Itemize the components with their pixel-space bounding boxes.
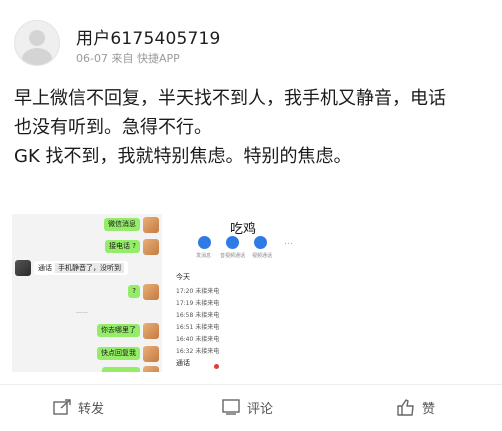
post-line: 早上微信不回复，半天找不到人，我手机又静音，电话	[14, 88, 446, 109]
repost-label: 转发	[78, 401, 105, 417]
repost-button[interactable]: 转发	[52, 395, 104, 419]
chat-bubble-quote: 手机静音了，没听到	[55, 263, 124, 273]
post-line: GK 找不到，我就特别焦虑。特别的焦虑。	[14, 146, 352, 167]
chat-bubble: 快点回复我	[97, 347, 140, 360]
chat-bubble	[102, 367, 140, 372]
post-body: 早上微信不回复，半天找不到人，我手机又静音，电话 也没有听到。急得不行。 GK …	[14, 84, 490, 171]
chat-bubble: 你去哪里了	[97, 324, 140, 337]
comment-label: 评论	[247, 401, 274, 417]
chat-bubble: 微信消息	[104, 218, 140, 231]
like-label: 赞	[422, 401, 436, 417]
action-label: 发消息	[196, 253, 212, 259]
chat-avatar	[143, 323, 159, 339]
avatar-head	[29, 30, 45, 46]
chat-avatar	[143, 217, 159, 233]
call-log-row: 16:32 未接来电	[176, 348, 220, 355]
post-line: 也没有听到。急得不行。	[14, 117, 212, 138]
more-icon: …	[284, 237, 293, 247]
post-header: 用户6175405719 06-07 来自 快捷APP	[0, 0, 502, 72]
action-bar: 转发 评论 赞	[0, 384, 502, 431]
call-log-row: 17:19 未接来电	[176, 300, 220, 307]
chat-avatar	[143, 346, 159, 362]
message-icon	[198, 236, 211, 249]
contact-name: 吃鸡	[230, 222, 257, 237]
unread-dot	[214, 364, 219, 369]
thumbs-up-icon	[397, 399, 414, 416]
call-log-row: 16:40 未接来电	[176, 336, 220, 343]
avatar-body	[22, 48, 52, 65]
action-label: 视频通话	[252, 253, 273, 259]
comment-button[interactable]: 评论	[221, 395, 273, 419]
call-log-row: 17:20 未接来电	[176, 288, 220, 295]
call-section-title: 今天	[176, 273, 190, 281]
chat-bubble-label: 通话	[38, 264, 52, 272]
chat-avatar	[143, 284, 159, 300]
chat-bubble: ?	[128, 285, 140, 298]
video-icon	[254, 236, 267, 249]
chat-avatar	[143, 239, 159, 255]
call-log-screenshot-image[interactable]: 吃鸡 发消息 音视频通话 视频通话 … 今天 17:20 未接来电 17:19 …	[170, 214, 310, 372]
action-label: 音视频通话	[220, 253, 246, 259]
post-meta: 06-07 来自 快捷APP	[76, 52, 180, 65]
chat-screenshot-image[interactable]: 微信消息 接电话 ? 通话 手机静音了，没听到 ? —— 你去哪里了 快点回复我	[12, 214, 162, 372]
call-log-row: 16:58 未接来电	[176, 312, 220, 319]
like-button[interactable]: 赞	[396, 395, 435, 419]
comment-icon	[222, 399, 240, 415]
username[interactable]: 用户6175405719	[76, 24, 221, 49]
phone-icon	[226, 236, 239, 249]
chat-avatar	[15, 260, 31, 276]
avatar[interactable]	[14, 20, 60, 66]
chat-bubble: 接电话 ?	[105, 240, 140, 253]
call-footer-label: 通话	[176, 359, 190, 367]
chat-timestamp: ——	[76, 309, 88, 316]
call-log-row: 16:51 未接来电	[176, 324, 220, 331]
chat-bubble: 通话 手机静音了，没听到	[34, 261, 128, 275]
repost-icon	[53, 399, 71, 415]
chat-avatar	[143, 366, 159, 372]
